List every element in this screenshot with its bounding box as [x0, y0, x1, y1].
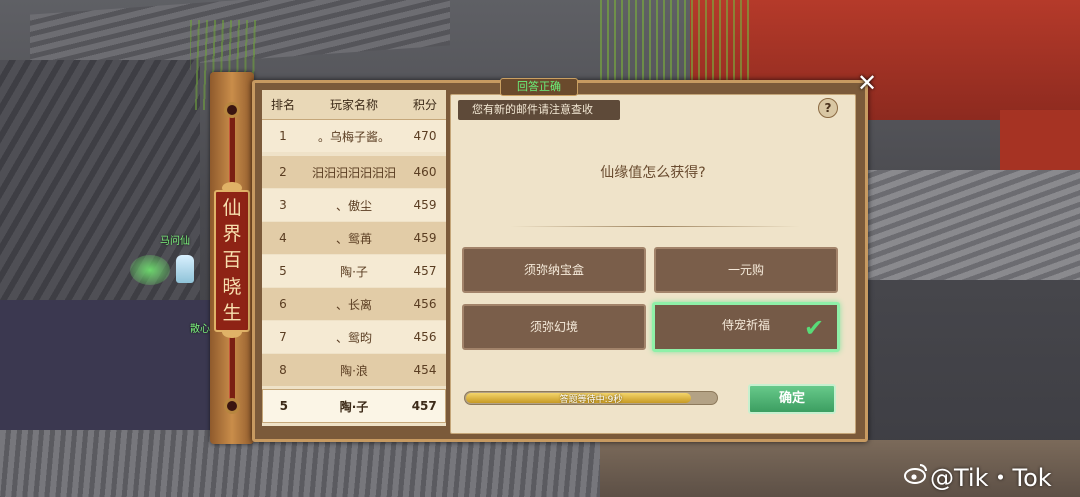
ranking-header: 排名 玩家名称 积分: [262, 90, 446, 120]
scroll-cap: [224, 398, 240, 414]
row-player-name: 、鸳苒: [335, 231, 372, 246]
roof-tiles: [0, 60, 200, 320]
header-rank: 排名: [270, 98, 295, 112]
banner-title-plaque: 仙 界 百 晓 生: [214, 190, 250, 332]
mail-notification[interactable]: 您有新的邮件请注意查收: [458, 100, 620, 120]
row-score: 459: [413, 231, 437, 245]
ranking-row[interactable]: 6 、长离 456: [262, 288, 446, 320]
row-player-name: 陶·子: [340, 264, 368, 279]
row-score: 456: [413, 330, 437, 344]
ranking-row[interactable]: 7 、鸳昀 456: [262, 321, 446, 353]
glow-effect: [130, 255, 170, 285]
row-player-name: 。乌梅子酱。: [317, 129, 390, 144]
timer-text: 答题等待中:9秒: [559, 395, 623, 405]
row-rank: 8: [279, 363, 287, 377]
divider: [510, 226, 800, 227]
row-rank: 5: [279, 264, 287, 278]
header-score: 积分: [412, 98, 437, 112]
my-player-name: 陶·子: [339, 399, 369, 414]
banner-char: 仙: [222, 197, 242, 220]
row-score: 460: [413, 165, 437, 179]
answer-correct-tag: 回答正确: [500, 78, 578, 96]
answer-option-1[interactable]: 须弥纳宝盒: [462, 247, 646, 293]
row-player-name: 、长离: [335, 297, 372, 312]
close-icon[interactable]: ✕: [856, 71, 878, 95]
confirm-button[interactable]: 确定: [748, 384, 836, 414]
row-rank: 2: [279, 165, 287, 179]
my-ranking-row[interactable]: 5 陶·子 457: [262, 389, 446, 423]
roof-tiles: [860, 170, 1080, 280]
ranking-row[interactable]: 4 、鸳苒 459: [262, 222, 446, 254]
ranking-row[interactable]: 1 。乌梅子酱。 470: [262, 120, 446, 152]
title-scroll-banner: 仙 界 百 晓 生: [210, 72, 254, 444]
row-player-name: 陶·浪: [340, 363, 368, 378]
row-score: 457: [413, 264, 437, 278]
ranking-row[interactable]: 2 汨汨汨汨汨汨汨 460: [262, 156, 446, 188]
row-rank: 6: [279, 297, 287, 311]
watermark-text: @Tik・Tok: [930, 464, 1052, 492]
row-score: 456: [413, 297, 437, 311]
banner-char: 界: [222, 223, 242, 246]
question-text: 仙缘值怎么获得?: [600, 165, 706, 181]
banner-char: 生: [222, 301, 242, 324]
row-player-name: 汨汨汨汨汨汨汨: [311, 165, 396, 180]
banner-char: 百: [222, 249, 242, 272]
row-rank: 4: [279, 231, 287, 245]
ranking-row[interactable]: 5 陶·子 457: [262, 255, 446, 287]
row-rank: 7: [279, 330, 287, 344]
npc-name-label[interactable]: 马问仙: [160, 232, 190, 247]
row-score: 459: [413, 198, 437, 212]
answer-option-3[interactable]: 须弥幻境: [462, 304, 646, 350]
checkmark-icon: ✔: [804, 314, 825, 342]
ranking-list: 排名 玩家名称 积分 1 。乌梅子酱。 470 2 汨汨汨汨汨汨汨 460 3 …: [262, 90, 446, 426]
ranking-row[interactable]: 3 、傲尘 459: [262, 189, 446, 221]
row-player-name: 、傲尘: [335, 198, 372, 213]
banner-char: 晓: [222, 275, 242, 298]
npc-character[interactable]: [176, 255, 194, 283]
row-rank: 3: [279, 198, 287, 212]
row-player-name: 、鸳昀: [335, 330, 372, 345]
ranking-row[interactable]: 8 陶·浪 454: [262, 354, 446, 386]
row-score: 470: [413, 129, 437, 143]
red-palace-wall: [1000, 110, 1080, 170]
npc-name-label[interactable]: 散心: [190, 320, 210, 335]
help-button[interactable]: ?: [818, 98, 838, 118]
my-score: 457: [411, 399, 437, 413]
answer-option-2[interactable]: 一元购: [654, 247, 838, 293]
weibo-logo-icon: [904, 464, 927, 484]
scroll-cap: [224, 102, 240, 118]
row-rank: 1: [279, 129, 287, 143]
header-player-name: 玩家名称: [329, 98, 378, 112]
row-score: 454: [413, 363, 437, 377]
my-rank: 5: [279, 399, 288, 413]
